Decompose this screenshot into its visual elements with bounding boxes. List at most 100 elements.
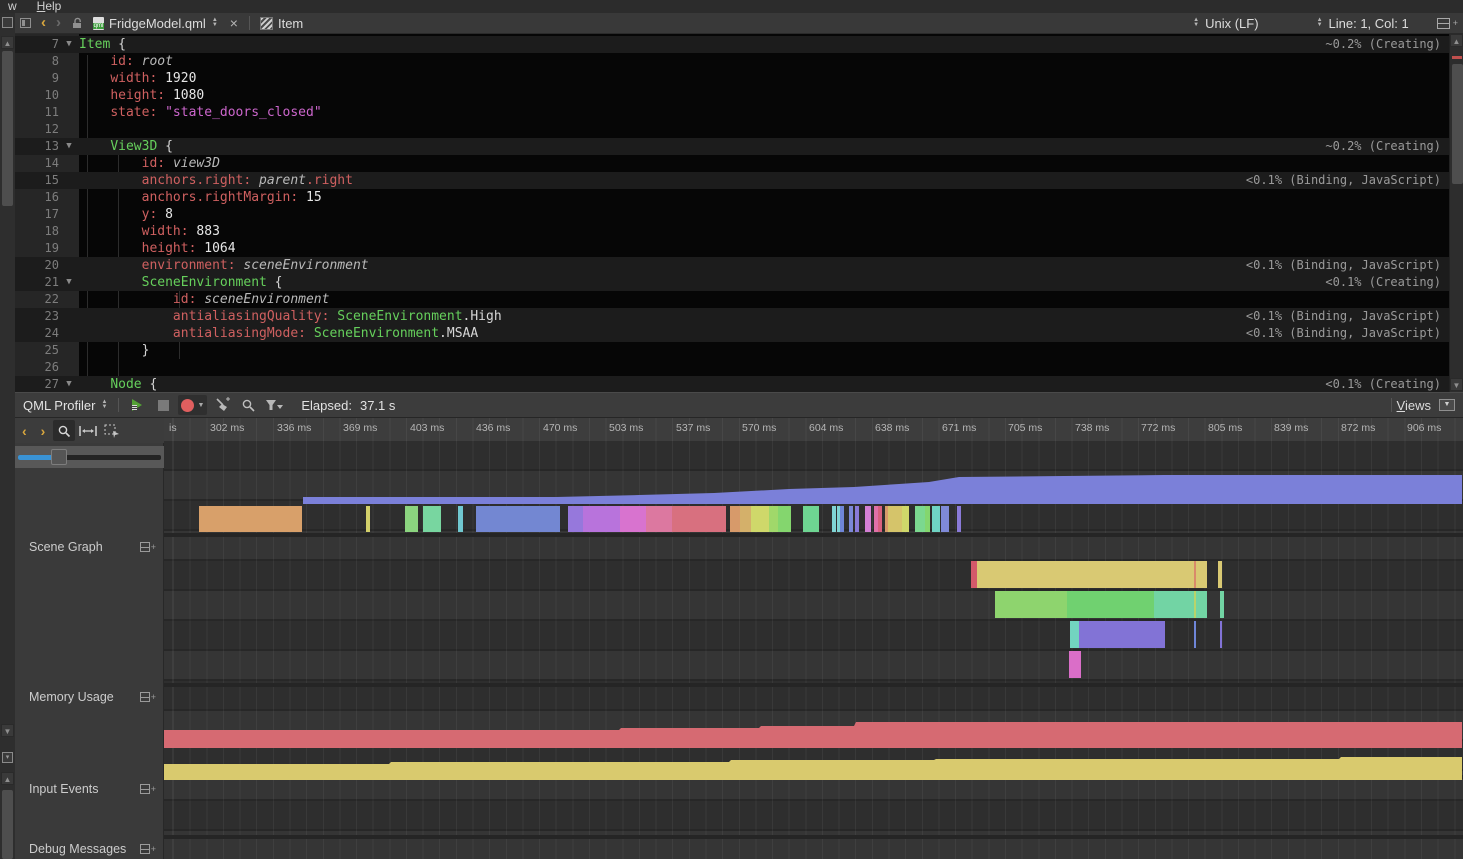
timeline-event-bar[interactable]: [405, 506, 418, 532]
code-line[interactable]: 18 width: 883: [15, 223, 1449, 240]
code-line[interactable]: 12: [15, 121, 1449, 138]
panel-icon[interactable]: [20, 18, 31, 28]
timeline-event-bar[interactable]: [888, 506, 902, 532]
code-line[interactable]: 26: [15, 359, 1449, 376]
stop-profiling-button[interactable]: [152, 395, 174, 415]
jump-next-icon[interactable]: ›: [41, 422, 46, 440]
timeline-event-bar[interactable]: [878, 506, 882, 532]
track-label-memory-usage[interactable]: Memory Usage+: [15, 687, 164, 707]
timeline-event-bar[interactable]: [1069, 651, 1081, 678]
views-button[interactable]: Views ▼: [1386, 398, 1463, 413]
timeline-zoom-slider[interactable]: [15, 446, 164, 468]
code-line[interactable]: 10 height: 1080: [15, 87, 1449, 104]
timeline-event-bar[interactable]: [1220, 591, 1224, 618]
encoding-dropdown-icon[interactable]: ▲▼: [1193, 18, 1199, 28]
expand-track-icon[interactable]: +: [140, 784, 156, 794]
memory-allocation-area[interactable]: [164, 757, 1462, 780]
open-file-name[interactable]: FridgeModel.qml: [109, 16, 206, 31]
fit-width-icon[interactable]: [77, 420, 99, 441]
jump-previous-icon[interactable]: ‹: [22, 422, 27, 440]
timeline-event-bar[interactable]: [803, 506, 819, 532]
timeline-event-bar[interactable]: [458, 506, 463, 532]
code-line[interactable]: 17 y: 8: [15, 206, 1449, 223]
editor-scrollbar-thumb[interactable]: [2, 51, 13, 206]
render-load-area[interactable]: [303, 475, 1462, 504]
timeline-event-bar[interactable]: [1079, 621, 1165, 648]
timeline-event-bar[interactable]: [568, 506, 583, 532]
unlock-icon[interactable]: [71, 17, 83, 30]
menu-item-help[interactable]: Help: [33, 0, 66, 13]
timeline-event-bar[interactable]: [751, 506, 769, 532]
forward-icon[interactable]: ›: [56, 14, 61, 32]
timeline-event-bar[interactable]: [769, 506, 778, 532]
code-line[interactable]: 11 state: "state_doors_closed": [15, 104, 1449, 121]
document-dropdown-icon[interactable]: ▲▼: [212, 18, 218, 28]
range-selection-icon[interactable]: [101, 420, 123, 441]
search-timeline-button[interactable]: [237, 395, 259, 415]
timeline-event-bar[interactable]: [925, 506, 930, 532]
chevron-down-icon[interactable]: ▼: [197, 402, 204, 409]
timeline-event-bar[interactable]: [583, 506, 620, 532]
close-document-icon[interactable]: ×: [230, 15, 238, 31]
scroll-up-arrow-icon[interactable]: ▲: [1450, 34, 1463, 47]
code-line[interactable]: 13▼ View3D {~0.2% (Creating): [15, 138, 1449, 155]
pane-dropdown-icon[interactable]: ▲▼: [101, 400, 107, 410]
editor-scrollbar[interactable]: ▲ ▼: [1449, 34, 1463, 392]
clear-results-button[interactable]: [211, 395, 233, 415]
scroll-up-arrow-icon[interactable]: ▲: [1, 772, 14, 785]
zoom-tool-button[interactable]: [53, 420, 75, 441]
timeline-event-bar[interactable]: [915, 506, 925, 532]
timeline-event-bar[interactable]: [1218, 561, 1222, 588]
timeline-event-bar[interactable]: [885, 506, 888, 532]
code-line[interactable]: 22 id: sceneEnvironment: [15, 291, 1449, 308]
element-context-label[interactable]: Item: [278, 16, 303, 31]
start-profiling-button[interactable]: [126, 395, 148, 415]
timeline-event-bar[interactable]: [199, 506, 302, 532]
timeline-event-bar[interactable]: [995, 591, 1067, 618]
code-line[interactable]: 14 id: view3D: [15, 155, 1449, 172]
code-line[interactable]: 20 environment: sceneEnvironment<0.1% (B…: [15, 257, 1449, 274]
timeline-event-bar[interactable]: [957, 506, 961, 532]
track-label-debug-messages[interactable]: Debug Messages+: [15, 839, 164, 859]
timeline-event-bar[interactable]: [1154, 591, 1194, 618]
encoding-label[interactable]: Unix (LF): [1205, 16, 1258, 31]
expand-track-icon[interactable]: +: [140, 542, 156, 552]
fold-marker-icon[interactable]: ▼: [59, 376, 79, 392]
code-line[interactable]: 23 antialiasingQuality: SceneEnvironment…: [15, 308, 1449, 325]
memory-heap-area[interactable]: [164, 722, 1462, 748]
code-line[interactable]: 19 height: 1064: [15, 240, 1449, 257]
scrollbar-thumb[interactable]: [1452, 64, 1463, 184]
timeline-event-bar[interactable]: [849, 506, 853, 532]
timeline-event-bar[interactable]: [932, 506, 940, 532]
code-editor[interactable]: 7▼Item {~0.2% (Creating)8 id: root9 widt…: [15, 34, 1463, 392]
track-label-scene-graph[interactable]: Scene Graph+: [15, 537, 164, 557]
timeline-event-bar[interactable]: [874, 506, 878, 532]
expand-track-icon[interactable]: +: [140, 692, 156, 702]
timeline-canvas[interactable]: is302 ms336 ms369 ms403 ms436 ms470 ms50…: [164, 418, 1463, 859]
menu-item-window-partial[interactable]: w: [4, 0, 21, 13]
editor-scroll-up-arrow-icon[interactable]: ▲: [1, 36, 14, 49]
timeline-event-bar[interactable]: [1196, 591, 1207, 618]
cursor-dropdown-icon[interactable]: ▲▼: [1317, 18, 1323, 28]
code-line[interactable]: 9 width: 1920: [15, 70, 1449, 87]
timeline-event-bar[interactable]: [971, 561, 977, 588]
code-line[interactable]: 27▼ Node {<0.1% (Creating): [15, 376, 1449, 392]
timeline-event-bar[interactable]: [1220, 621, 1222, 648]
timeline-event-bar[interactable]: [778, 506, 791, 532]
cursor-position-label[interactable]: Line: 1, Col: 1: [1329, 16, 1409, 31]
timeline-event-bar[interactable]: [740, 506, 751, 532]
sidebar-toggle-icon[interactable]: [2, 17, 13, 28]
code-line[interactable]: 15 anchors.right: parent.right<0.1% (Bin…: [15, 172, 1449, 189]
timeline-event-bar[interactable]: [1067, 591, 1154, 618]
timeline-event-bar[interactable]: [730, 506, 740, 532]
timeline-event-bar[interactable]: [1194, 591, 1196, 618]
slider-handle[interactable]: [51, 449, 67, 465]
split-editor-icon[interactable]: +: [1437, 18, 1458, 29]
code-line[interactable]: 25 }: [15, 342, 1449, 359]
timeline-event-bar[interactable]: [865, 506, 871, 532]
fold-marker-icon[interactable]: ▼: [59, 138, 79, 155]
timeline-event-bar[interactable]: [1194, 561, 1196, 588]
timeline-event-bar[interactable]: [620, 506, 646, 532]
fold-marker-icon[interactable]: ▼: [59, 274, 79, 291]
timeline-event-bar[interactable]: [646, 506, 672, 532]
